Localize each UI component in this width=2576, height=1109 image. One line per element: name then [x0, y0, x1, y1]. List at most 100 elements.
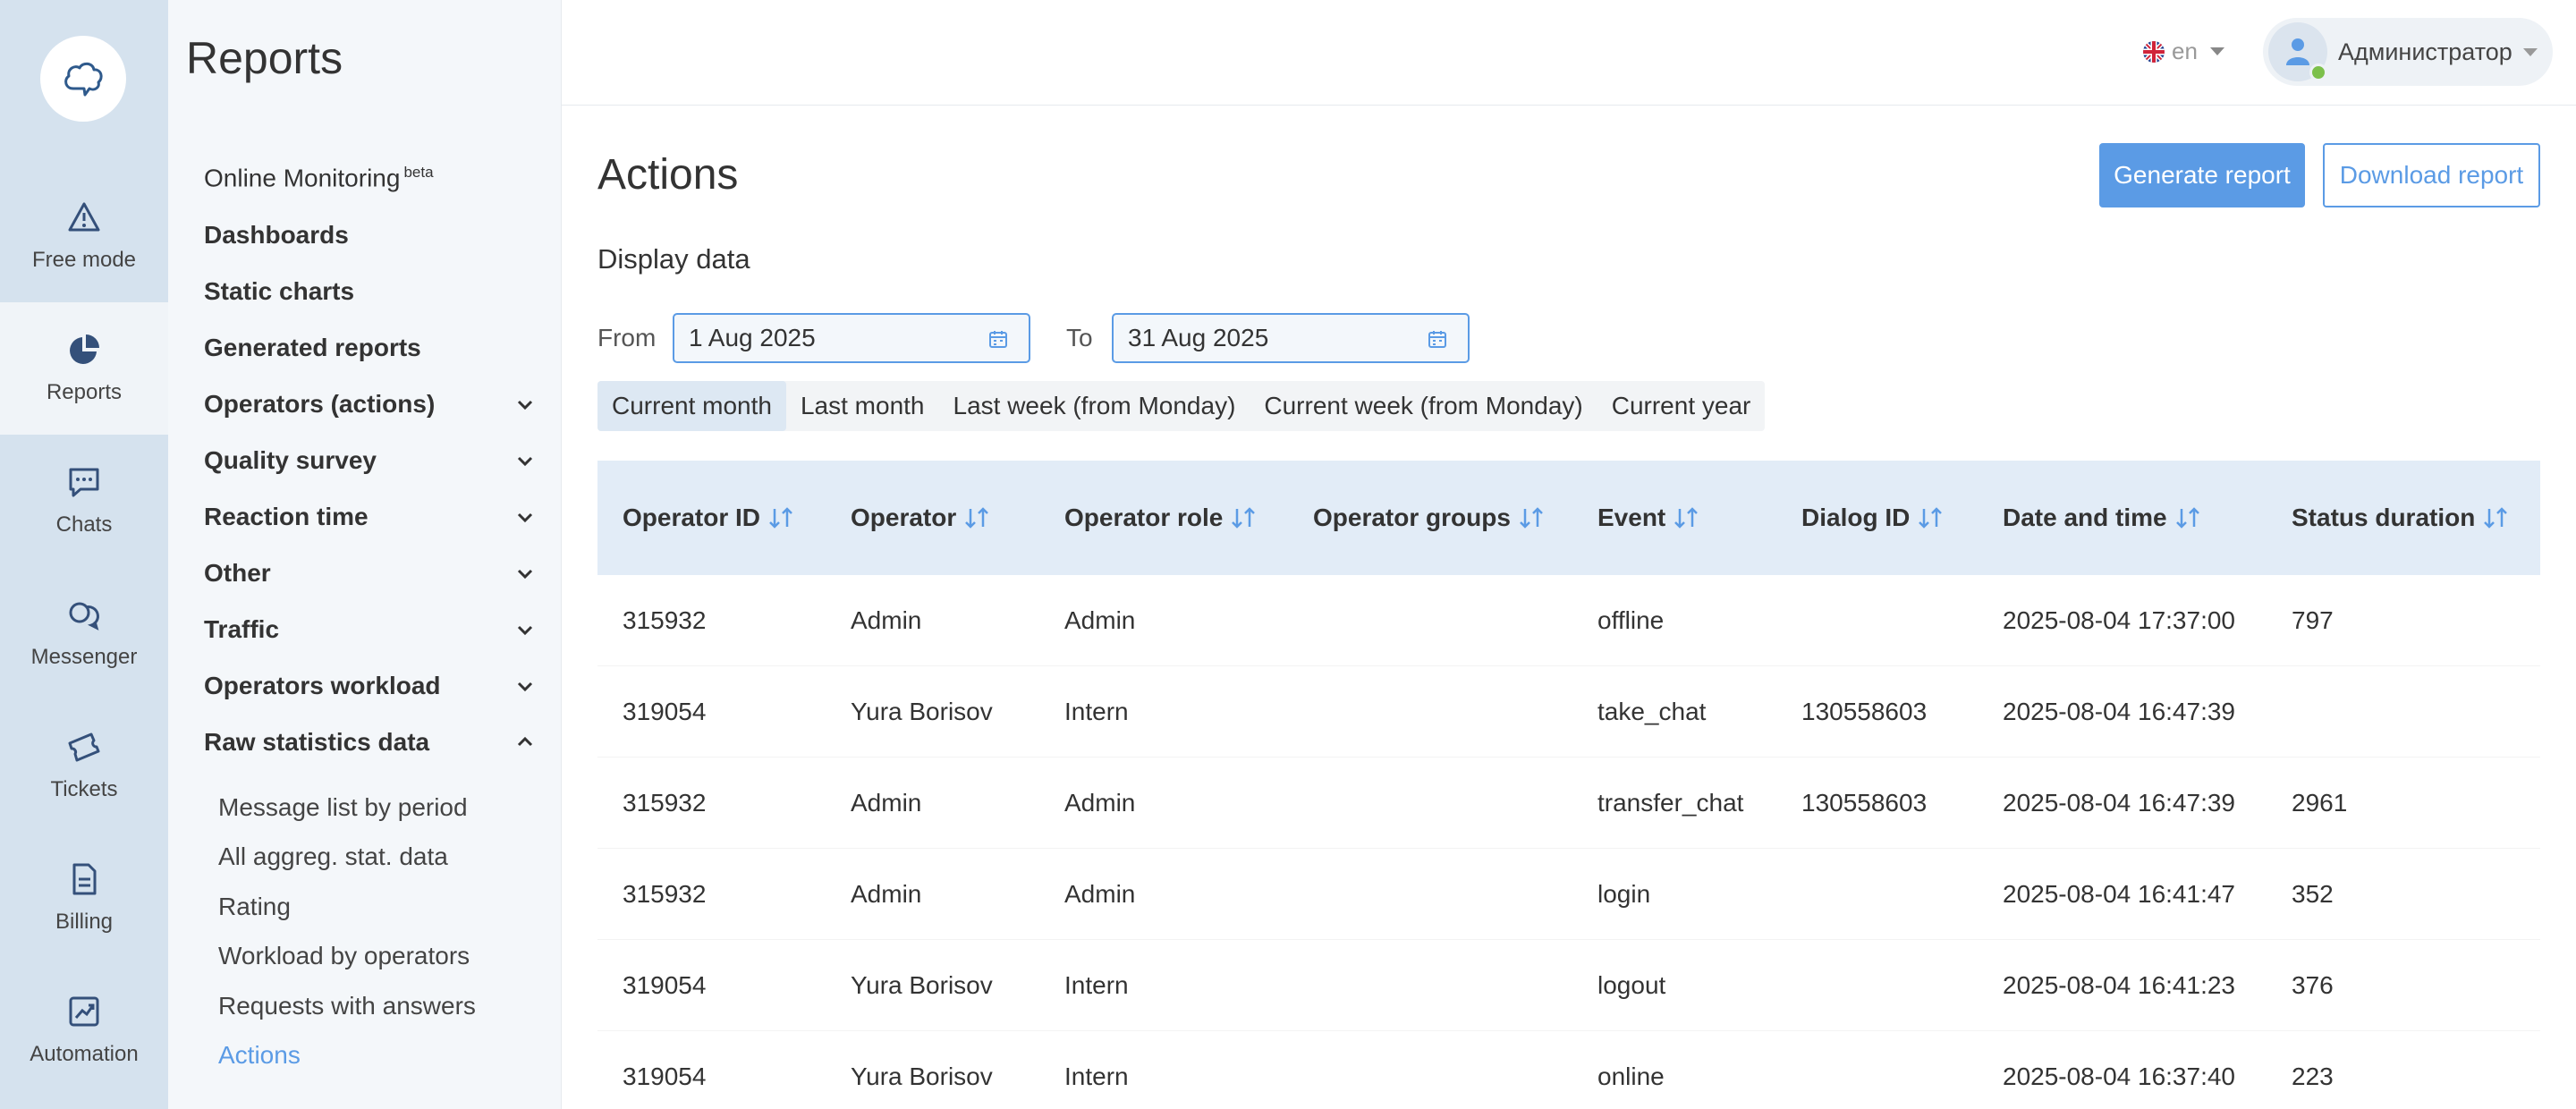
app-rail: Free mode Reports Chats Messenger Ticket…: [0, 0, 168, 1109]
column-header-label: Date and time: [2003, 504, 2167, 531]
page-title: Actions: [597, 151, 739, 199]
column-header-label: Status duration: [2292, 504, 2476, 531]
cell-operator-id: 319054: [623, 1062, 707, 1090]
sidebar-item-operators-workload[interactable]: Operators workload: [204, 657, 535, 714]
cell-operator-role: Intern: [1064, 1062, 1129, 1090]
chat-bubble-icon: [69, 468, 99, 497]
preset-current-week[interactable]: Current week (from Monday): [1250, 381, 1597, 431]
download-report-button[interactable]: Download report: [2323, 143, 2540, 207]
period-presets: Current month Last month Last week (from…: [597, 381, 1766, 431]
sort-icon: [1919, 507, 1943, 529]
rail-free-mode[interactable]: Free mode: [0, 170, 168, 302]
generate-report-button[interactable]: Generate report: [2099, 143, 2305, 207]
preset-last-week[interactable]: Last week (from Monday): [939, 381, 1250, 431]
cell-date-and-time: 2025-08-04 16:47:39: [2003, 698, 2235, 725]
sub-item-rating[interactable]: Rating: [204, 882, 535, 932]
cell-operator-id: 315932: [623, 789, 707, 817]
cell-event: logout: [1597, 971, 1666, 999]
chevron-up-icon: [517, 736, 533, 746]
table-row: 315932 Admin Admin offline 2025-08-04 17:37:…: [597, 575, 2540, 666]
column-header-label: Operator groups: [1313, 504, 1511, 531]
rail-label: Free mode: [31, 248, 137, 272]
sidebar-item-online-monitoring[interactable]: Online Monitoring beta: [204, 150, 535, 207]
beta-badge: beta: [403, 164, 434, 182]
online-status-dot: [2309, 63, 2327, 81]
cell-dialog-id: 130558603: [1801, 698, 1928, 725]
language-selector[interactable]: en: [2143, 38, 2224, 65]
cell-date-and-time: 2025-08-04 16:41:47: [2003, 880, 2235, 908]
sidebar-item-quality-survey[interactable]: Quality survey: [204, 432, 535, 488]
sidebar-item-label: Operators workload: [204, 671, 441, 699]
sub-item-actions[interactable]: Actions: [204, 1031, 535, 1081]
rail-billing[interactable]: Billing: [0, 832, 168, 964]
sub-item-aggreg-stat[interactable]: All aggreg. stat. data: [204, 833, 535, 883]
sidebar-item-operators-actions[interactable]: Operators (actions): [204, 376, 535, 432]
column-header-dialog-id[interactable]: Dialog ID: [1801, 461, 1945, 575]
chevron-down-icon: [517, 625, 533, 635]
sub-item-workload-by-operators[interactable]: Workload by operators: [204, 932, 535, 982]
cell-operator-id: 315932: [623, 880, 707, 908]
column-header-date-and-time[interactable]: Date and time: [2003, 461, 2203, 575]
rail-chats[interactable]: Chats: [0, 435, 168, 567]
sidebar-item-static-charts[interactable]: Static charts: [204, 263, 535, 319]
column-header-label: Dialog ID: [1801, 504, 1911, 531]
cell-operator-role: Admin: [1064, 606, 1136, 634]
column-header-status-duration[interactable]: Status duration: [2292, 461, 2511, 575]
column-header-operator[interactable]: Operator: [851, 461, 992, 575]
sidebar-item-label: Static charts: [204, 276, 355, 305]
rail-tickets[interactable]: Tickets: [0, 699, 168, 832]
cell-operator: Admin: [851, 789, 922, 817]
sidebar-item-dashboards[interactable]: Dashboards: [204, 207, 535, 263]
cell-status-duration: 797: [2292, 606, 2334, 634]
sub-item-requests-with-answers[interactable]: Requests with answers: [204, 981, 535, 1031]
logo[interactable]: [40, 36, 126, 122]
table-row: 315932 Admin Admin transfer_chat 130558603 20…: [597, 758, 2540, 849]
column-header-event[interactable]: Event: [1597, 461, 1701, 575]
user-menu[interactable]: Администратор: [2263, 18, 2553, 86]
chevron-down-icon: [517, 456, 533, 466]
from-date-input[interactable]: 1 Aug 2025: [673, 313, 1030, 363]
column-header-operator-id[interactable]: Operator ID: [623, 461, 796, 575]
caret-down-icon: [2522, 47, 2538, 56]
table-row: 319054 Yura Borisov Intern logout 2025-08-04…: [597, 940, 2540, 1031]
column-header-operator-role[interactable]: Operator role: [1064, 461, 1258, 575]
chevron-down-icon: [517, 569, 533, 579]
cell-event: take_chat: [1597, 698, 1707, 725]
cell-operator: Admin: [851, 880, 922, 908]
section-title: Display data: [597, 243, 750, 275]
cell-status-duration: 2961: [2292, 789, 2348, 817]
rail-messenger[interactable]: Messenger: [0, 567, 168, 699]
preset-last-month[interactable]: Last month: [786, 381, 939, 431]
cell-date-and-time: 2025-08-04 16:37:40: [2003, 1062, 2235, 1090]
from-label: From: [597, 324, 657, 351]
preset-current-month[interactable]: Current month: [597, 381, 786, 431]
column-header-label: Event: [1597, 504, 1666, 531]
preset-current-year[interactable]: Current year: [1597, 381, 1766, 431]
sidebar-item-label: Online Monitoring: [204, 164, 401, 192]
avatar: [2268, 22, 2327, 81]
cell-operator-id: 319054: [623, 971, 707, 999]
calendar-icon[interactable]: [1427, 328, 1448, 350]
table-row: 315932 Admin Admin login 2025-08-04 16:41:47…: [597, 849, 2540, 940]
calendar-icon[interactable]: [987, 328, 1009, 350]
sidebar-item-raw-statistics[interactable]: Raw statistics data: [204, 714, 535, 770]
reports-sidebar: Reports Online Monitoring beta Dashboards…: [168, 0, 562, 1109]
uk-flag-icon: [2143, 40, 2165, 63]
rail-automation[interactable]: Automation: [0, 964, 168, 1096]
sidebar-item-traffic[interactable]: Traffic: [204, 601, 535, 657]
sub-item-message-list[interactable]: Message list by period: [204, 783, 535, 833]
to-date-input[interactable]: 31 Aug 2025: [1112, 313, 1470, 363]
sidebar-item-reaction-time[interactable]: Reaction time: [204, 488, 535, 545]
caret-down-icon: [2209, 47, 2224, 55]
pie-chart-icon: [70, 334, 99, 364]
sidebar-item-other[interactable]: Other: [204, 545, 535, 601]
rail-reports[interactable]: Reports: [0, 302, 168, 435]
sort-icon: [2175, 507, 2199, 529]
sidebar-item-generated-reports[interactable]: Generated reports: [204, 319, 535, 376]
to-date-value: 31 Aug 2025: [1128, 324, 1269, 351]
sort-icon: [769, 507, 792, 529]
column-header-label: Operator ID: [623, 504, 761, 531]
column-header-operator-groups[interactable]: Operator groups: [1313, 461, 1546, 575]
table-row: 319054 Yura Borisov Intern take_chat 1305586…: [597, 666, 2540, 758]
sidebar-item-label: Other: [204, 558, 271, 587]
